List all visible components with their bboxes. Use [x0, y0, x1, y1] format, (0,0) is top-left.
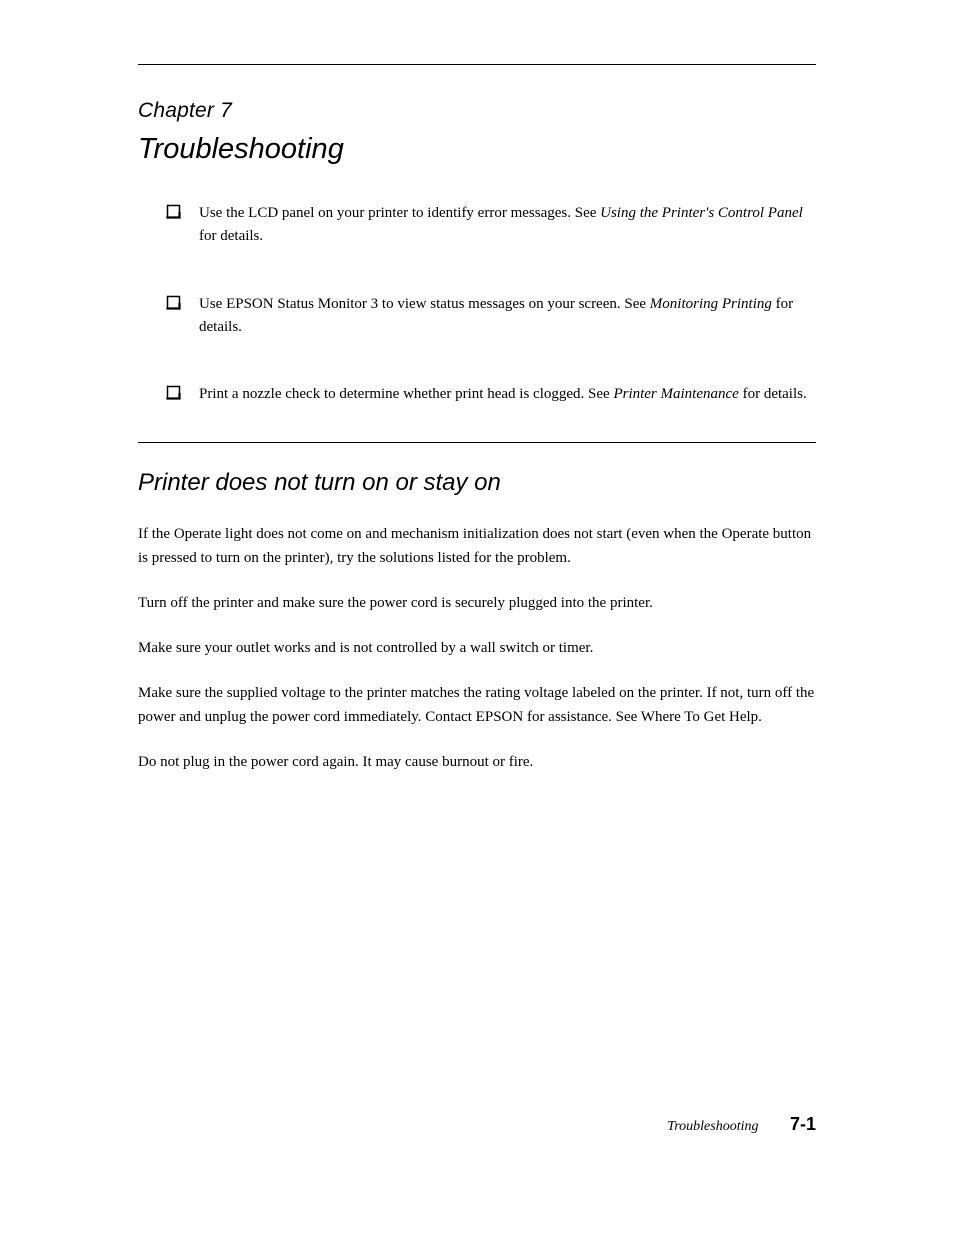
- chapter-rule: [138, 64, 816, 65]
- page-number: 7-1: [790, 1114, 816, 1134]
- bullet-item: Use EPSON Status Monitor 3 to view statu…: [166, 293, 816, 340]
- bullet-text: Use EPSON Status Monitor 3 to view statu…: [199, 293, 816, 340]
- section-rule: [138, 442, 816, 443]
- checkbox-icon: [166, 204, 181, 219]
- paragraph: Make sure the supplied voltage to the pr…: [138, 682, 816, 729]
- bullet-item: Print a nozzle check to determine whethe…: [166, 383, 816, 406]
- bullet-text: Use the LCD panel on your printer to ide…: [199, 202, 816, 249]
- paragraph: Make sure your outlet works and is not c…: [138, 637, 816, 660]
- xref-link[interactable]: Printer Maintenance: [613, 386, 738, 402]
- paragraph: If the Operate light does not come on an…: [138, 523, 816, 570]
- checkbox-icon: [166, 385, 181, 400]
- bullet-text: Print a nozzle check to determine whethe…: [199, 383, 807, 406]
- xref-link[interactable]: Using the Printer's Control Panel: [600, 205, 803, 221]
- page-footer: Troubleshooting 7-1: [667, 1114, 816, 1135]
- bullet-item: Use the LCD panel on your printer to ide…: [166, 202, 816, 249]
- footer-label: Troubleshooting: [667, 1119, 758, 1134]
- paragraph: Do not plug in the power cord again. It …: [138, 751, 816, 774]
- section-title: Printer does not turn on or stay on: [138, 469, 816, 497]
- checkbox-icon: [166, 295, 181, 310]
- xref-link[interactable]: Monitoring Printing: [650, 296, 772, 312]
- chapter-title: Troubleshooting: [138, 133, 816, 166]
- chapter-label: Chapter 7: [138, 99, 816, 123]
- paragraph: Turn off the printer and make sure the p…: [138, 592, 816, 615]
